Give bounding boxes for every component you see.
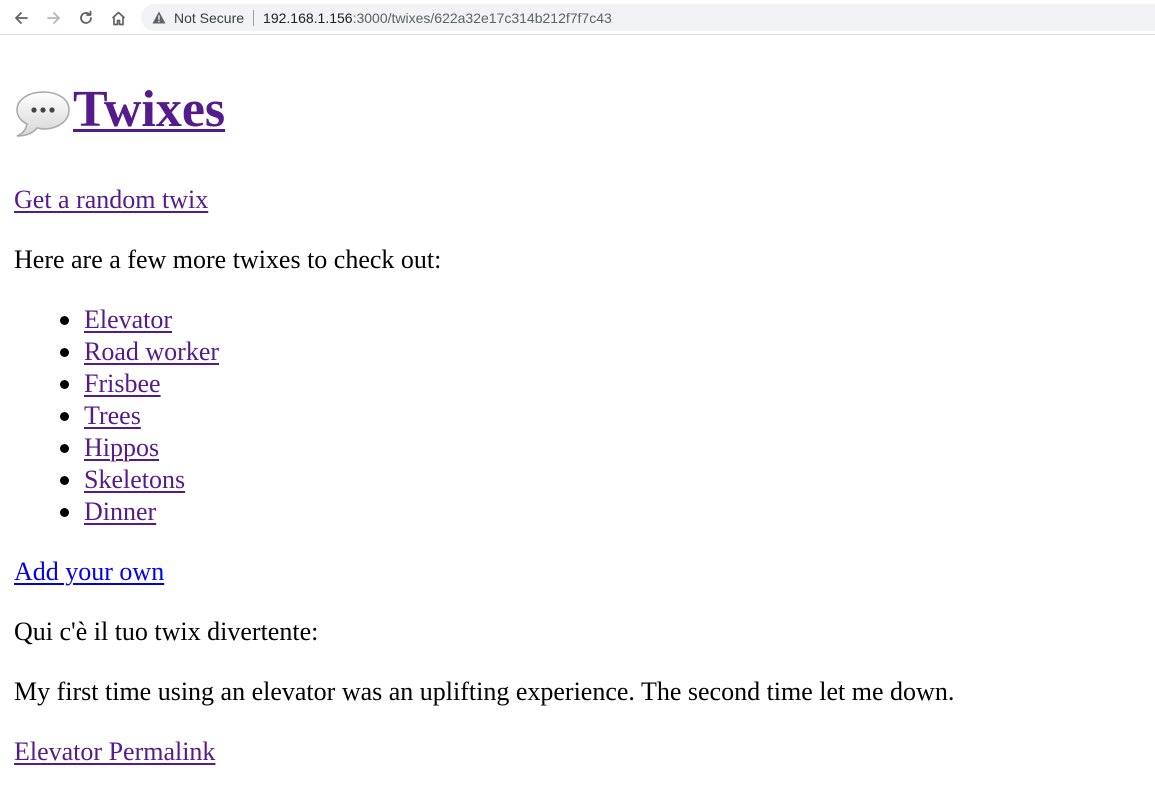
twix-text: My first time using an elevator was an u… <box>14 677 955 706</box>
list-item: Frisbee <box>60 368 219 400</box>
bullet <box>60 380 69 389</box>
twix-link-road-worker[interactable]: Road worker <box>84 337 219 366</box>
page-content: Twixes Get a random twix Here are a few … <box>14 36 1144 766</box>
back-arrow-icon[interactable] <box>10 7 32 29</box>
list-item: Road worker <box>60 336 219 368</box>
bullet <box>60 476 69 485</box>
browser-toolbar: Not Secure 192.168.1.156 :3000/twixes/62… <box>0 0 1155 35</box>
list-item: Hippos <box>60 432 219 464</box>
random-twix-link[interactable]: Get a random twix <box>14 185 208 214</box>
reload-icon[interactable] <box>75 7 97 29</box>
forward-arrow-icon[interactable] <box>43 7 65 29</box>
home-icon[interactable] <box>107 7 129 29</box>
bullet <box>60 316 69 325</box>
title-link[interactable]: Twixes <box>14 80 225 140</box>
title-text: Twixes <box>73 81 226 138</box>
add-link-paragraph: Add your own <box>14 556 164 588</box>
list-item: Dinner <box>60 496 219 528</box>
address-bar[interactable]: Not Secure 192.168.1.156 :3000/twixes/62… <box>141 4 1155 31</box>
list-item: Elevator <box>60 304 219 336</box>
url-host: 192.168.1.156 <box>263 9 353 26</box>
url-path: :3000/twixes/622a32e17c314b212f7f7c43 <box>352 9 612 26</box>
twix-link-dinner[interactable]: Dinner <box>84 497 156 526</box>
add-your-own-link[interactable]: Add your own <box>14 557 164 586</box>
bullet <box>60 444 69 453</box>
omnibox-divider <box>253 9 255 26</box>
twix-link-elevator[interactable]: Elevator <box>84 305 172 334</box>
twix-link-hippos[interactable]: Hippos <box>84 433 159 462</box>
bullet <box>60 508 69 517</box>
your-twix-intro: Qui c'è il tuo twix divertente: <box>14 617 319 646</box>
speech-bubble-icon <box>14 88 72 140</box>
warning-icon <box>151 10 167 26</box>
list-item: Trees <box>60 400 219 432</box>
random-link-paragraph: Get a random twix <box>14 184 208 216</box>
page-title: Twixes <box>14 80 1144 140</box>
permalink-link[interactable]: Elevator Permalink <box>14 737 215 766</box>
bullet <box>60 412 69 421</box>
security-label[interactable]: Not Secure <box>174 10 244 26</box>
twix-link-skeletons[interactable]: Skeletons <box>84 465 185 494</box>
twix-link-frisbee[interactable]: Frisbee <box>84 369 161 398</box>
twix-link-trees[interactable]: Trees <box>84 401 141 430</box>
bullet <box>60 348 69 357</box>
list-item: Skeletons <box>60 464 219 496</box>
permalink-paragraph: Elevator Permalink <box>14 736 215 768</box>
twix-list: Elevator Road worker Frisbee Trees Hippo… <box>14 304 219 528</box>
more-twixes-intro: Here are a few more twixes to check out: <box>14 245 442 274</box>
